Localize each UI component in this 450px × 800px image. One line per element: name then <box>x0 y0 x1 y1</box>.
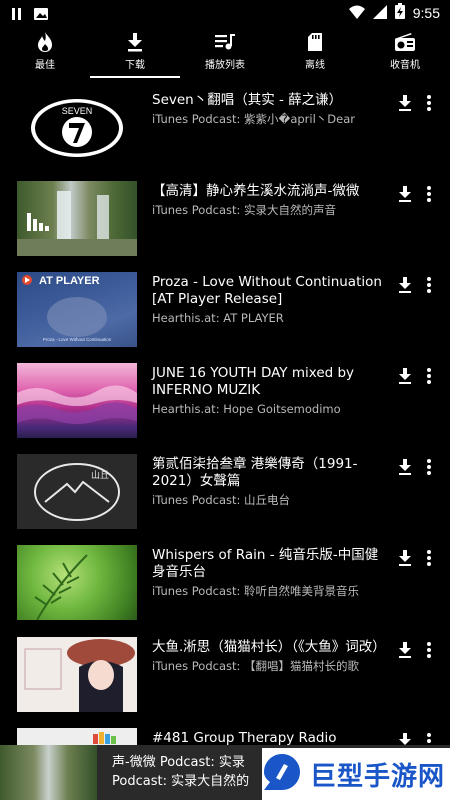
list-item[interactable]: AT PLAYER Proza - Love Without Continuat… <box>0 272 450 352</box>
download-icon[interactable] <box>396 185 414 203</box>
download-icon[interactable] <box>396 367 414 385</box>
item-subtitle: iTunes Podcast: 聆听自然唯美背景音乐 <box>152 584 360 598</box>
more-options-icon[interactable] <box>424 458 434 476</box>
more-options-icon[interactable] <box>424 367 434 385</box>
download-icon[interactable] <box>396 641 414 659</box>
tab-label: 离线 <box>305 60 325 71</box>
more-options-icon[interactable] <box>424 185 434 203</box>
tab-radio[interactable]: 收音机 <box>360 30 450 78</box>
item-subtitle: Hearthis.at: AT PLAYER <box>152 311 284 325</box>
list-item[interactable]: JUNE 16 YOUTH DAY mixed by INFERNO MUZIK… <box>0 363 450 443</box>
download-icon[interactable] <box>396 549 414 567</box>
clock: 9:55 <box>412 5 440 21</box>
item-text: Proza - Love Without Continuation [AT Pl… <box>152 274 382 325</box>
playlist-icon <box>214 30 236 54</box>
list-item[interactable]: 山丘 第贰佰柒拾叁章 港樂傳奇（1991-2021）女聲篇 iTunes Pod… <box>0 454 450 534</box>
thumbnail <box>17 637 137 712</box>
thumb-label: AT PLAYER <box>39 275 100 287</box>
more-options-icon[interactable] <box>424 94 434 112</box>
tab-label: 下载 <box>125 60 145 71</box>
thumbnail <box>17 545 137 620</box>
thumb-label: 山丘 <box>91 470 109 481</box>
download-icon <box>126 30 144 54</box>
item-title: 大鱼.淅思（猫猫村长）（《大鱼》词改） <box>152 639 386 655</box>
tab-label: 最佳 <box>35 60 55 71</box>
mini-player-text: 声-微微 Podcast: 实录 Podcast: 实录大自然的 <box>112 753 272 791</box>
tab-bar: 最佳 下载 播放列表 离线 收音机 <box>0 30 450 78</box>
signal-icon <box>372 4 387 23</box>
thumb-label: SEVEN <box>62 106 93 116</box>
tab-download[interactable]: 下载 <box>90 30 180 78</box>
item-text: 大鱼.淅思（猫猫村长）（《大鱼》词改） iTunes Podcast: 【翻唱】… <box>152 639 386 673</box>
item-text: JUNE 16 YOUTH DAY mixed by INFERNO MUZIK… <box>152 365 382 416</box>
battery-icon <box>394 3 405 23</box>
brand-logo-icon <box>262 752 302 796</box>
item-title: Whispers of Rain - 纯音乐版-中国健身音乐台 <box>152 547 379 580</box>
mini-player-line2: Podcast: 实录大自然的 <box>112 774 250 789</box>
brand-name: 巨型手游网 <box>310 761 446 792</box>
thumbnail <box>17 363 137 438</box>
image-icon <box>34 5 48 24</box>
tab-playlist[interactable]: 播放列表 <box>180 30 270 78</box>
item-subtitle: iTunes Podcast: 实录大自然的声音 <box>152 203 337 217</box>
radio-icon <box>394 30 416 54</box>
list-item[interactable]: 【高清】静心养生溪水流淌声-微微 iTunes Podcast: 实录大自然的声… <box>0 181 450 261</box>
more-options-icon[interactable] <box>424 549 434 567</box>
watermark-logo: 巨型手游网 <box>262 748 450 800</box>
flame-icon <box>35 30 55 54</box>
list-item[interactable]: Whispers of Rain - 纯音乐版-中国健身音乐台 iTunes P… <box>0 545 450 625</box>
item-text: 【高清】静心养生溪水流淌声-微微 iTunes Podcast: 实录大自然的声… <box>152 183 382 217</box>
item-text: 第贰佰柒拾叁章 港樂傳奇（1991-2021）女聲篇 iTunes Podcas… <box>152 456 382 507</box>
mini-player-thumbnail <box>0 745 97 800</box>
mini-player-line1: 声-微微 Podcast: 实录 <box>112 755 245 770</box>
item-title: Seven丶翻唱（其实 - 薛之谦） <box>152 92 343 108</box>
thumbnail: SEVEN <box>17 90 137 165</box>
item-title: JUNE 16 YOUTH DAY mixed by INFERNO MUZIK <box>152 365 355 398</box>
tab-label: 播放列表 <box>205 60 245 71</box>
list-item[interactable]: 大鱼.淅思（猫猫村长）（《大鱼》词改） iTunes Podcast: 【翻唱】… <box>0 637 450 717</box>
wifi-icon <box>348 4 365 23</box>
list-item[interactable]: SEVEN Seven丶翻唱（其实 - 薛之谦） iTunes Podcast:… <box>0 90 450 170</box>
thumb-caption: Proza - Love Without Continuation <box>43 337 112 342</box>
more-options-icon[interactable] <box>424 641 434 659</box>
tab-best[interactable]: 最佳 <box>0 30 90 78</box>
item-subtitle: iTunes Podcast: 【翻唱】猫猫村长的歌 <box>152 659 360 673</box>
item-subtitle: Hearthis.at: Hope Goitsemodimo <box>152 402 341 416</box>
item-title: Proza - Love Without Continuation [AT Pl… <box>152 274 382 307</box>
tab-offline[interactable]: 离线 <box>270 30 360 78</box>
tab-label: 收音机 <box>390 60 420 71</box>
thumbnail <box>17 181 137 256</box>
item-title: 第贰佰柒拾叁章 港樂傳奇（1991-2021）女聲篇 <box>152 456 358 489</box>
item-subtitle: iTunes Podcast: 山丘电台 <box>152 493 291 507</box>
thumbnail: AT PLAYER Proza - Love Without Continuat… <box>17 272 137 347</box>
thumbnail: 山丘 <box>17 454 137 529</box>
item-text: Whispers of Rain - 纯音乐版-中国健身音乐台 iTunes P… <box>152 547 382 598</box>
download-icon[interactable] <box>396 94 414 112</box>
status-bar: 9:55 <box>0 0 450 24</box>
item-title: 【高清】静心养生溪水流淌声-微微 <box>152 183 360 199</box>
download-icon[interactable] <box>396 458 414 476</box>
item-text: Seven丶翻唱（其实 - 薛之谦） iTunes Podcast: 紫紫小�a… <box>152 92 382 126</box>
pause-icon <box>12 5 22 24</box>
sd-card-icon <box>307 30 323 54</box>
item-subtitle: iTunes Podcast: 紫紫小�april丶Dear <box>152 112 355 126</box>
more-options-icon[interactable] <box>424 276 434 294</box>
download-icon[interactable] <box>396 276 414 294</box>
